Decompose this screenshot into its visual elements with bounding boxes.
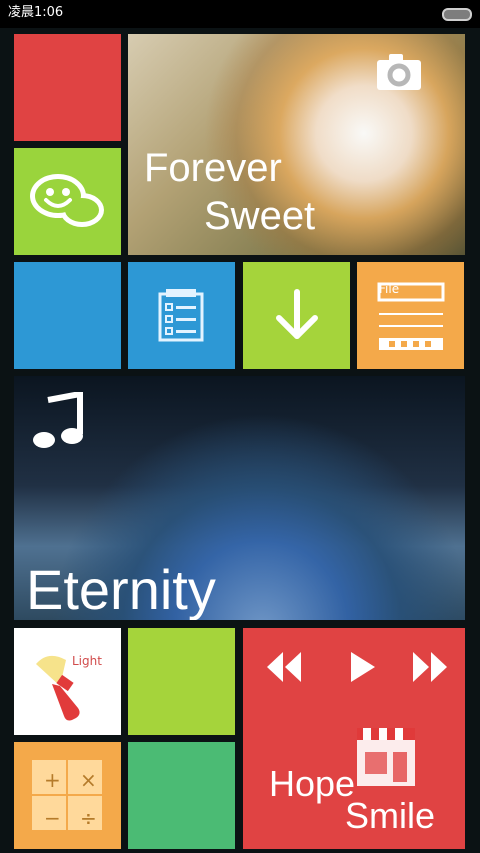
rewind-icon[interactable] bbox=[265, 648, 303, 686]
download-arrow-icon bbox=[267, 284, 327, 344]
calc-symbol-plus: + bbox=[44, 768, 61, 792]
tile-lightgreen[interactable] bbox=[128, 628, 235, 735]
shop-title-line1: Hope bbox=[269, 763, 356, 804]
calc-symbol-divide: ÷ bbox=[80, 806, 97, 830]
tile-file[interactable]: File bbox=[357, 262, 464, 369]
tile-red-top-left[interactable] bbox=[14, 34, 121, 141]
notepad-icon bbox=[152, 288, 210, 346]
tile-teal[interactable] bbox=[128, 742, 235, 849]
flashlight-label: Light bbox=[72, 654, 102, 668]
shop-icon bbox=[351, 720, 421, 790]
battery-icon bbox=[442, 8, 472, 21]
tile-download[interactable] bbox=[243, 262, 350, 369]
bunny-title-line2: Sweet bbox=[204, 194, 316, 238]
shop-title-line2: Smile bbox=[345, 795, 436, 836]
status-time: 凌晨1:06 bbox=[8, 5, 64, 20]
file-label: File bbox=[379, 282, 400, 296]
tile-notes[interactable] bbox=[128, 262, 235, 369]
calc-symbol-times: × bbox=[80, 768, 97, 792]
tile-calculator[interactable]: + × − ÷ bbox=[14, 742, 121, 849]
tile-media-shop[interactable]: Hope Smile bbox=[243, 628, 465, 849]
music-title: Eternity bbox=[26, 558, 216, 620]
tile-music-eternity[interactable]: Eternity bbox=[14, 376, 465, 620]
play-icon[interactable] bbox=[345, 648, 379, 686]
status-bar: 凌晨1:06 bbox=[0, 0, 480, 28]
calc-symbol-minus: − bbox=[44, 806, 61, 830]
tile-flashlight[interactable]: Light bbox=[14, 628, 121, 735]
bunny-title-line1: Forever bbox=[144, 146, 282, 190]
tile-wechat[interactable] bbox=[14, 148, 121, 255]
wechat-icon bbox=[28, 168, 108, 238]
fast-forward-icon[interactable] bbox=[411, 648, 449, 686]
tile-bunny-photo[interactable]: Forever Sweet bbox=[128, 34, 465, 255]
music-note-icon[interactable] bbox=[30, 390, 86, 452]
tile-blue[interactable] bbox=[14, 262, 121, 369]
camera-icon[interactable] bbox=[375, 52, 423, 92]
